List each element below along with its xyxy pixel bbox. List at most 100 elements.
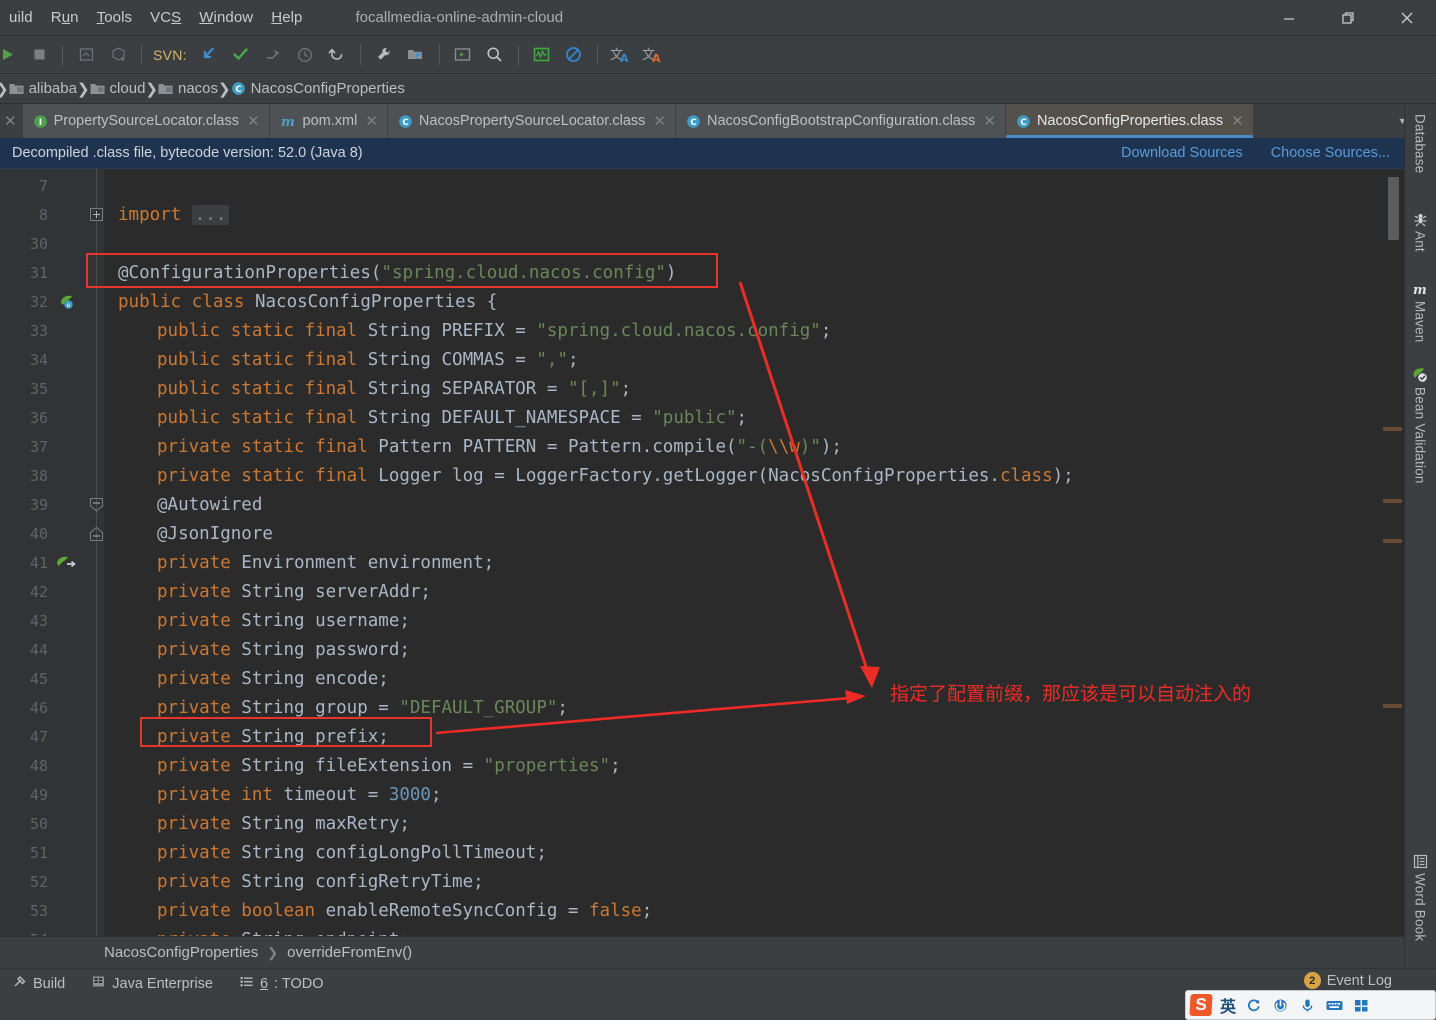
tab-close-icon[interactable]: ✕ <box>653 114 666 129</box>
run-configurations-icon[interactable] <box>450 42 476 68</box>
vertical-scrollbar-thumb[interactable] <box>1388 177 1399 240</box>
refresh-icon[interactable] <box>1244 996 1263 1015</box>
editor-tab-nacosconfigbootstrapconfiguration-class[interactable]: C NacosConfigBootstrapConfiguration.class… <box>675 104 1006 138</box>
gutter-line-49[interactable]: 49 <box>0 780 104 809</box>
breadcrumb-method[interactable]: overrideFromEnv() <box>287 944 412 961</box>
code-line-49[interactable]: private int timeout = 3000; <box>157 780 442 809</box>
minimize-button[interactable] <box>1259 0 1318 36</box>
code-line-50[interactable]: private String maxRetry; <box>157 809 410 838</box>
gutter-line-39[interactable]: 39 <box>0 490 104 519</box>
editor-marker-1[interactable] <box>1383 499 1402 503</box>
breadcrumb-class[interactable]: NacosConfigProperties <box>104 944 258 961</box>
svn-history-icon[interactable] <box>292 42 318 68</box>
mic-icon[interactable] <box>1298 996 1317 1015</box>
editor-tab-nacosconfigproperties-class[interactable]: C NacosConfigProperties.class ✕ <box>1005 104 1254 138</box>
code-line-33[interactable]: public static final String PREFIX = "spr… <box>157 316 831 345</box>
code-line-37[interactable]: private static final Pattern PATTERN = P… <box>157 432 842 461</box>
code-line-39[interactable]: @Autowired <box>157 490 262 519</box>
tab-scroll-close-icon[interactable]: ✕ <box>0 104 23 138</box>
editor-tab-nacospropertysourcelocator-class[interactable]: C NacosPropertySourceLocator.class ✕ <box>387 104 676 138</box>
sogou-ime-bar[interactable]: S 英 <box>1185 990 1436 1020</box>
tab-close-icon[interactable]: ✕ <box>365 114 378 129</box>
menu-item-help[interactable]: Help <box>262 7 311 28</box>
settings-wrench-icon[interactable] <box>371 42 397 68</box>
code-line-44[interactable]: private String password; <box>157 635 410 664</box>
gutter-line-47[interactable]: 47 <box>0 722 104 751</box>
code-line-32[interactable]: public class NacosConfigProperties { <box>118 287 497 316</box>
notification-actions[interactable]: Download Sources Choose Sources... <box>1121 145 1390 161</box>
breadcrumb-item-nacos[interactable]: nacos <box>158 80 218 97</box>
menu-item-window[interactable]: Window <box>190 7 262 28</box>
translate-blue-icon[interactable]: 文A <box>608 42 634 68</box>
gutter-line-31[interactable]: 31 <box>0 258 104 287</box>
editor-marker-0[interactable] <box>1383 427 1402 431</box>
gutter-line-54[interactable]: 54 <box>0 925 104 937</box>
fold-up-icon[interactable] <box>90 526 103 541</box>
translate-orange-icon[interactable]: 文A <box>640 42 666 68</box>
fold-plus-icon[interactable] <box>90 208 103 221</box>
tab-close-icon[interactable]: ✕ <box>247 114 260 129</box>
download-sources-link[interactable]: Download Sources <box>1121 145 1243 161</box>
gutter-line-35[interactable]: 35 <box>0 374 104 403</box>
gutter-line-30[interactable]: 30 <box>0 229 104 258</box>
gutter-line-53[interactable]: 53 <box>0 896 104 925</box>
code-line-35[interactable]: public static final String SEPARATOR = "… <box>157 374 631 403</box>
restore-button[interactable] <box>1318 0 1377 36</box>
gutter-line-36[interactable]: 36 <box>0 403 104 432</box>
gutter-line-46[interactable]: 46 <box>0 693 104 722</box>
code-content[interactable]: import ... @ConfigurationProperties("spri… <box>104 169 1404 936</box>
gutter-line-43[interactable]: 43 <box>0 606 104 635</box>
monitor-icon[interactable] <box>529 42 555 68</box>
gutter-line-7[interactable]: 7 <box>0 171 104 200</box>
editor-tab-bar[interactable]: ✕ I PropertySourceLocator.class ✕ m pom.xml ✕… <box>0 104 1436 138</box>
window-controls[interactable] <box>1259 0 1436 36</box>
gutter-line-44[interactable]: 44 <box>0 635 104 664</box>
tool-window-maven[interactable]: m Maven <box>1404 282 1436 343</box>
code-line-42[interactable]: private String serverAddr; <box>157 577 431 606</box>
right-tool-strip[interactable]: Database Ant m Maven Bean Validation Word Boo… <box>1404 104 1436 968</box>
tool-window-database[interactable]: Database <box>1404 114 1436 173</box>
ime-mode-label[interactable]: 英 <box>1220 993 1236 1017</box>
choose-sources-link[interactable]: Choose Sources... <box>1271 145 1390 161</box>
code-line-46[interactable]: private String group = "DEFAULT_GROUP"; <box>157 693 568 722</box>
code-editor[interactable]: 7 8 30 31 32 e 33 34 35 36 37 38 39 40 41 42 43 44 45 46 47 4… <box>0 169 1404 936</box>
code-line-34[interactable]: public static final String COMMAS = ","; <box>157 345 579 374</box>
gutter-line-40[interactable]: 40 <box>0 519 104 548</box>
breadcrumb-item-nacosconfigproperties[interactable]: C NacosConfigProperties <box>231 80 405 97</box>
power-icon[interactable] <box>1271 996 1290 1015</box>
keyboard-icon[interactable] <box>1325 996 1344 1015</box>
menu-bar[interactable]: uild Run Tools VCS Window Help <box>0 7 312 28</box>
editor-gutter[interactable]: 7 8 30 31 32 e 33 34 35 36 37 38 39 40 41 42 43 44 45 46 47 4… <box>0 169 104 936</box>
status-todo[interactable]: 6: TODO <box>239 974 324 993</box>
spring-bean-icon[interactable]: e <box>56 294 78 310</box>
disable-icon[interactable] <box>561 42 587 68</box>
code-line-51[interactable]: private String configLongPollTimeout; <box>157 838 547 867</box>
code-line-36[interactable]: public static final String DEFAULT_NAMES… <box>157 403 747 432</box>
editor-tab-propertysourcelocator-class[interactable]: I PropertySourceLocator.class ✕ <box>22 104 270 138</box>
tab-close-icon[interactable]: ✕ <box>1231 114 1244 129</box>
gutter-line-51[interactable]: 51 <box>0 838 104 867</box>
stop-icon[interactable] <box>26 42 52 68</box>
breadcrumb-item-cloud[interactable]: cloud <box>90 80 145 97</box>
tool-window-ant[interactable]: Ant <box>1404 212 1436 252</box>
editor-marker-strip[interactable] <box>1380 169 1404 936</box>
run-icon[interactable] <box>0 42 20 68</box>
commit-icon[interactable] <box>105 42 131 68</box>
gutter-line-41[interactable]: 41 <box>0 548 104 577</box>
code-line-45[interactable]: private String encode; <box>157 664 389 693</box>
code-line-54[interactable]: private String endpoint; <box>157 925 410 937</box>
gutter-line-33[interactable]: 33 <box>0 316 104 345</box>
code-line-40[interactable]: @JsonIgnore <box>157 519 273 548</box>
update-project-icon[interactable] <box>73 42 99 68</box>
svn-revert-icon[interactable] <box>324 42 350 68</box>
editor-tab-pom-xml[interactable]: m pom.xml ✕ <box>269 104 388 138</box>
svn-commit-icon[interactable] <box>228 42 254 68</box>
gutter-line-37[interactable]: 37 <box>0 432 104 461</box>
code-line-41[interactable]: private Environment environment; <box>157 548 494 577</box>
code-line-43[interactable]: private String username; <box>157 606 410 635</box>
status-build[interactable]: Build <box>12 974 65 993</box>
menu-item-run[interactable]: Run <box>42 7 88 28</box>
tool-window-bean-validation[interactable]: Bean Validation <box>1404 367 1436 484</box>
gutter-line-32[interactable]: 32 e <box>0 287 104 316</box>
menu-item-vcs[interactable]: VCS <box>141 7 190 28</box>
